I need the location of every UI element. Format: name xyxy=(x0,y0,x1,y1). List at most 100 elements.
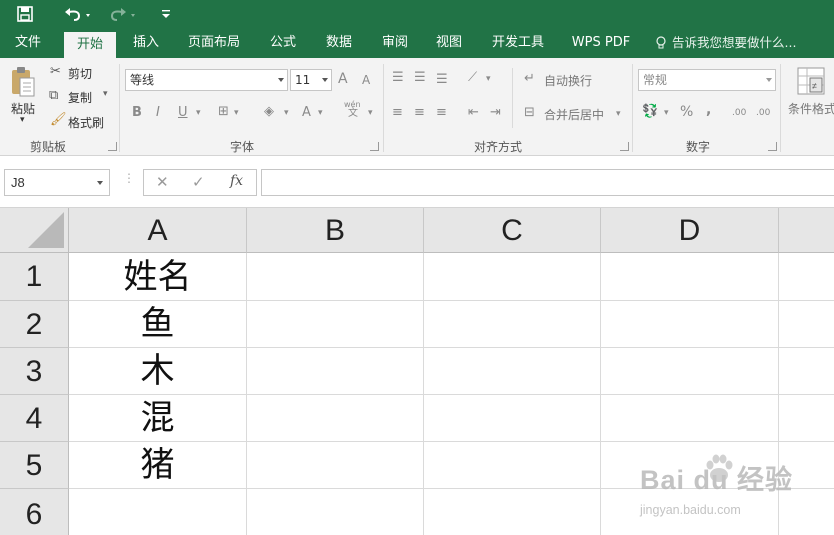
decrease-indent-icon[interactable]: ⇤ xyxy=(468,105,479,121)
watermark-brand: Bai du 经验 xyxy=(640,465,794,495)
comma-button[interactable]: , xyxy=(706,102,711,118)
underline-dropdown-icon[interactable]: ▾ xyxy=(196,105,201,121)
decrease-decimal-button[interactable]: .00 xyxy=(756,105,770,121)
shrink-font-icon[interactable]: A xyxy=(362,72,370,88)
customize-icon[interactable] xyxy=(158,3,174,25)
cell-a2[interactable]: 鱼 xyxy=(69,301,246,348)
tab-insert[interactable]: 插入 xyxy=(124,28,168,58)
number-group-label: 数字 xyxy=(686,140,711,154)
row-header-6[interactable]: 6 xyxy=(0,489,69,535)
tab-formulas[interactable]: 公式 xyxy=(262,28,304,58)
currency-dropdown-icon[interactable]: ▾ xyxy=(664,105,669,121)
bold-button[interactable]: B xyxy=(132,105,142,121)
align-center-icon[interactable]: ≡ xyxy=(414,105,425,121)
column-header-c[interactable]: C xyxy=(424,208,601,253)
merge-center-icon: ⊟ xyxy=(524,105,535,120)
copy-button[interactable]: 复制 xyxy=(68,89,92,106)
font-color-dropdown-icon[interactable]: ▾ xyxy=(318,105,323,121)
tab-view[interactable]: 视图 xyxy=(428,28,470,58)
select-all-button[interactable] xyxy=(0,208,69,253)
undo-icon[interactable] xyxy=(60,3,94,25)
tell-me-search[interactable]: 告诉我您想要做什么... xyxy=(672,28,834,58)
number-format-value: 常规 xyxy=(643,73,668,87)
cancel-icon[interactable]: ✕ xyxy=(156,173,169,191)
phonetic-icon[interactable]: wén 文 xyxy=(344,100,361,119)
wrap-text-button[interactable]: 自动换行 xyxy=(544,72,592,89)
align-bottom-icon[interactable]: ☰ xyxy=(436,72,448,88)
cell-a5[interactable]: 猪 xyxy=(69,442,246,489)
format-painter-icon: 🖌 xyxy=(50,112,67,127)
fill-color-icon[interactable]: ◈ xyxy=(264,104,274,120)
tab-review[interactable]: 审阅 xyxy=(374,28,416,58)
enter-icon[interactable]: ✓ xyxy=(192,173,205,191)
row-header-4[interactable]: 4 xyxy=(0,395,69,442)
cell-a4[interactable]: 混 xyxy=(69,395,246,442)
save-icon[interactable] xyxy=(12,3,38,25)
formula-bar-grip-icon[interactable]: ⋮ xyxy=(123,172,135,189)
increase-decimal-button[interactable]: .00 xyxy=(732,105,746,121)
cut-button[interactable]: 剪切 xyxy=(68,65,92,82)
fill-color-dropdown-icon[interactable]: ▾ xyxy=(284,105,289,121)
clipboard-launcher-icon[interactable] xyxy=(108,142,117,151)
cut-icon: ✂ xyxy=(50,64,61,79)
column-header-b[interactable]: B xyxy=(247,208,424,253)
underline-button[interactable]: U xyxy=(178,105,188,121)
number-launcher-icon[interactable] xyxy=(768,142,777,151)
font-name-value: 等线 xyxy=(130,73,155,87)
tab-file[interactable]: 文件 xyxy=(6,28,50,58)
insert-function-icon[interactable]: fx xyxy=(230,173,243,189)
cell-a3[interactable]: 木 xyxy=(69,348,246,395)
merge-dropdown-icon[interactable]: ▾ xyxy=(616,106,621,122)
align-right-icon[interactable]: ≡ xyxy=(436,105,447,121)
redo-icon[interactable] xyxy=(108,3,140,25)
paste-icon[interactable] xyxy=(8,66,38,100)
column-header-a[interactable]: A xyxy=(69,208,247,253)
merge-center-button[interactable]: 合并后居中 xyxy=(544,106,604,123)
percent-button[interactable]: % xyxy=(680,104,693,120)
border-icon[interactable]: ⊞ xyxy=(218,104,229,120)
alignment-group-label: 对齐方式 xyxy=(474,140,523,154)
tab-developer[interactable]: 开发工具 xyxy=(484,28,552,58)
increase-indent-icon[interactable]: ⇥ xyxy=(490,105,501,121)
ribbon-home: 粘贴 ▾ ✂ 剪切 ⧉ 复制 ▾ 🖌 格式刷 剪贴板 等线 11 A A B I… xyxy=(0,58,834,156)
format-painter-button[interactable]: 格式刷 xyxy=(68,114,104,131)
row-header-3[interactable]: 3 xyxy=(0,348,69,395)
paste-dropdown-icon[interactable]: ▾ xyxy=(20,115,25,125)
alignment-launcher-icon[interactable] xyxy=(620,142,629,151)
name-box-value: J8 xyxy=(11,175,25,190)
name-box-dropdown-icon[interactable] xyxy=(97,181,103,185)
column-header-d[interactable]: D xyxy=(601,208,779,253)
align-top-icon[interactable]: ☰ xyxy=(392,70,404,86)
row-header-5[interactable]: 5 xyxy=(0,442,69,489)
grow-font-icon[interactable]: A xyxy=(338,71,348,87)
orientation-dropdown-icon[interactable]: ▾ xyxy=(486,71,491,87)
name-box[interactable]: J8 xyxy=(4,169,110,196)
font-color-button[interactable]: A xyxy=(302,105,311,121)
column-header-e[interactable] xyxy=(779,208,834,253)
italic-button[interactable]: I xyxy=(156,105,160,121)
align-middle-icon[interactable]: ☰ xyxy=(414,70,426,86)
conditional-formatting-button[interactable]: 条件格式 xyxy=(788,100,834,117)
clipboard-group-label: 剪贴板 xyxy=(30,140,67,154)
cell-a1[interactable]: 姓名 xyxy=(69,253,246,301)
font-name-select[interactable]: 等线 xyxy=(125,69,288,91)
tab-page-layout[interactable]: 页面布局 xyxy=(182,28,246,58)
conditional-formatting-icon[interactable]: ≠ xyxy=(796,66,826,96)
font-launcher-icon[interactable] xyxy=(370,142,379,151)
row-header-2[interactable]: 2 xyxy=(0,301,69,348)
phonetic-dropdown-icon[interactable]: ▾ xyxy=(368,105,373,121)
align-left-icon[interactable]: ≡ xyxy=(392,105,403,121)
currency-icon[interactable]: 💱 xyxy=(642,104,658,120)
copy-dropdown-icon[interactable]: ▾ xyxy=(103,89,108,99)
tab-wps-pdf[interactable]: WPS PDF xyxy=(566,28,636,58)
tab-home[interactable]: 开始 xyxy=(64,32,116,58)
group-divider xyxy=(119,64,120,152)
orientation-icon[interactable]: ⟋ xyxy=(468,70,477,86)
font-size-value: 11 xyxy=(295,73,311,87)
tab-data[interactable]: 数据 xyxy=(318,28,360,58)
row-header-1[interactable]: 1 xyxy=(0,253,69,301)
font-size-select[interactable]: 11 xyxy=(290,69,332,91)
number-format-select[interactable]: 常规 xyxy=(638,69,776,91)
border-dropdown-icon[interactable]: ▾ xyxy=(234,105,239,121)
formula-input[interactable] xyxy=(261,169,834,196)
